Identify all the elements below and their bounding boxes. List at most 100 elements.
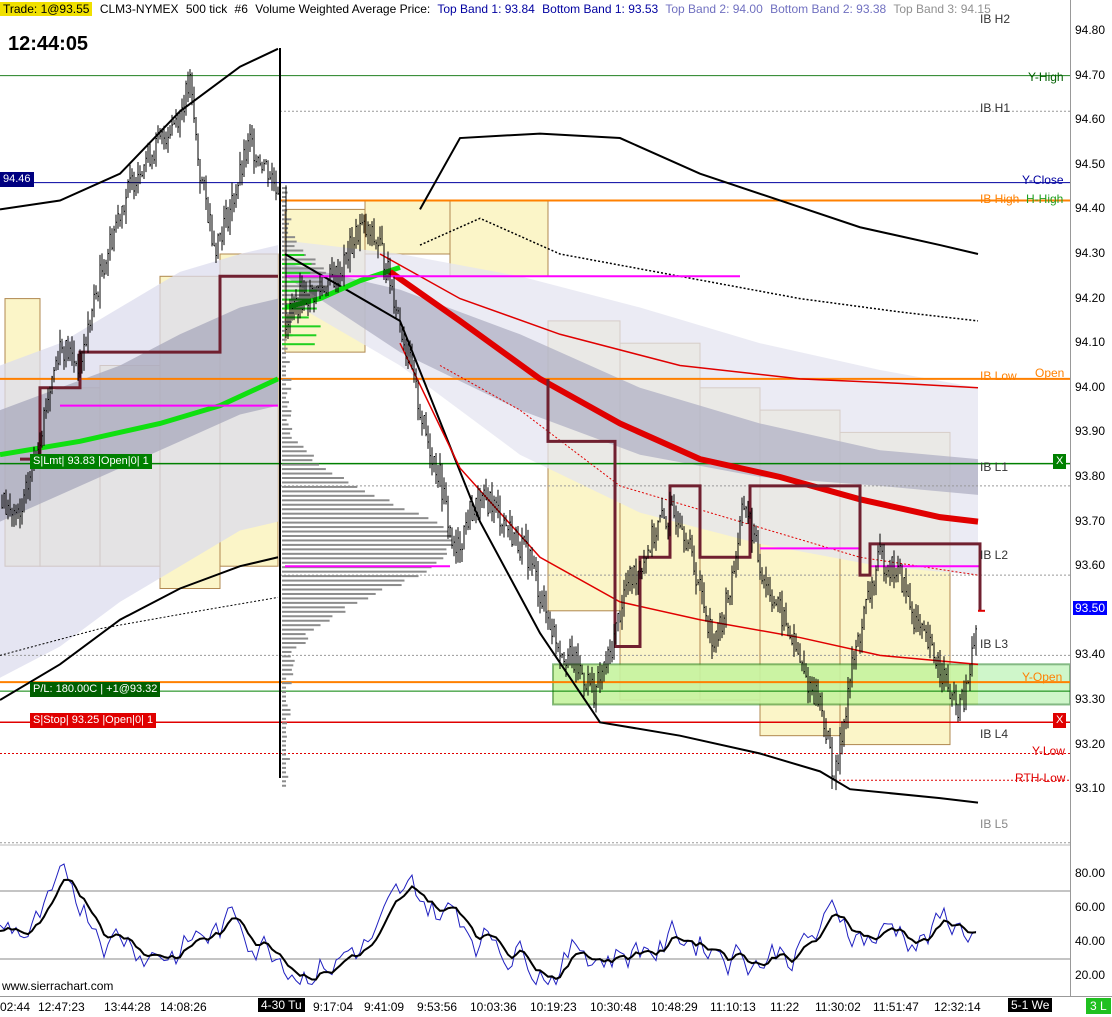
chart-number: #6 — [234, 2, 248, 16]
price-tick-label: 93.10 — [1075, 781, 1106, 796]
volume-profile-bar — [282, 396, 286, 399]
oscillator-slow-line — [0, 878, 977, 981]
volume-profile-bar — [282, 570, 427, 573]
time-tick-label: 12:47:23 — [38, 1000, 85, 1014]
volume-profile-bar — [282, 534, 452, 537]
volume-profile-bar — [282, 575, 419, 578]
price-tick-label: 94.80 — [1075, 23, 1106, 37]
volume-profile-bar — [282, 655, 291, 658]
symbol-label: CLM3-NYMEX — [99, 2, 179, 16]
value-area-box — [449, 199, 549, 277]
label-ib-h1: IB H1 — [980, 101, 1011, 115]
volume-profile-bar — [282, 771, 286, 774]
volume-profile-bar — [282, 677, 287, 680]
top-band-2: Top Band 2: 94.00 — [665, 2, 763, 16]
price-tick-label: 94.20 — [1075, 290, 1106, 305]
volume-profile-bar — [282, 646, 297, 649]
price-tick-label: 93.70 — [1075, 513, 1106, 528]
volume-profile-bar — [282, 695, 286, 698]
volume-profile-bar — [282, 552, 447, 555]
time-tick-label: 13:44:28 — [104, 1000, 151, 1014]
volume-profile-bar — [282, 320, 293, 323]
volume-profile-bar — [282, 561, 437, 564]
volume-profile-bar — [282, 610, 346, 613]
volume-profile-bar — [282, 740, 286, 743]
volume-profile-bar — [282, 200, 286, 203]
volume-profile-bar — [282, 633, 306, 636]
volume-profile-bar — [282, 454, 314, 457]
volume-profile-bar — [282, 227, 289, 230]
label-rth-low: RTH-Low — [1015, 771, 1066, 785]
price-chart[interactable] — [0, 0, 1070, 996]
volume-profile-bar — [282, 543, 453, 546]
volume-profile-bar — [282, 766, 286, 769]
label-ib-l5: IB L5 — [980, 817, 1009, 831]
watermark: www.sierrachart.com — [2, 979, 114, 993]
volume-profile-bar — [282, 530, 449, 533]
volume-profile-bar — [282, 249, 304, 252]
price-tick-label: 93.80 — [1075, 469, 1106, 483]
volume-profile-bar — [282, 650, 292, 653]
volume-profile-bar — [282, 191, 288, 194]
volume-profile-bar — [282, 615, 333, 618]
oscillator-tick-label: 80.00 — [1075, 866, 1106, 880]
time-axis[interactable]: 02:44 12:47:23 13:44:28 14:08:26 4-30 Tu 9:17… — [0, 996, 1112, 1017]
volume-profile-bar — [282, 436, 292, 439]
price-tick-label: 93.20 — [1075, 736, 1106, 751]
volume-profile-bar — [282, 499, 390, 502]
stop-order-label[interactable]: S|Stop| 93.25 |Open|0| 1 — [30, 713, 157, 728]
clock: 12:44:05 — [8, 33, 89, 55]
volume-profile-bar — [282, 401, 290, 404]
study-name: Volume Weighted Average Price: — [255, 2, 431, 16]
time-tick-label: 10:19:23 — [530, 1000, 577, 1014]
volume-profile-bar — [282, 521, 438, 524]
label-y-open: Y-Open — [1022, 670, 1063, 684]
volume-profile-bar — [282, 463, 320, 466]
volume-profile-green — [282, 343, 315, 346]
volume-profile-bar — [282, 762, 286, 765]
volume-profile-bar — [282, 338, 287, 341]
volume-profile-bar — [282, 726, 286, 729]
volume-profile-bar — [282, 624, 321, 627]
volume-profile-bar — [282, 414, 291, 417]
volume-profile-bar — [282, 757, 290, 760]
stop-close-button[interactable]: X — [1053, 713, 1067, 728]
volume-profile-bar — [282, 673, 294, 676]
volume-profile-bar — [282, 682, 292, 685]
limit-order-label[interactable]: S|Lmt| 93.83 |Open|0| 1 — [30, 454, 152, 469]
volume-profile-bar — [282, 490, 365, 493]
time-tick-label: 10:48:29 — [651, 1000, 698, 1014]
volume-profile-bar — [282, 548, 447, 551]
volume-profile-green — [282, 334, 317, 337]
chart-window[interactable]: Trade: 1@93.55 CLM3-NYMEX 500 tick #6 Vo… — [0, 0, 1112, 1017]
volume-profile-bar — [282, 405, 288, 408]
price-tick-label: 94.70 — [1075, 67, 1106, 82]
volume-profile-bar — [282, 749, 286, 752]
volume-profile-green — [282, 280, 303, 283]
volume-profile-bar — [282, 361, 290, 364]
time-tick-label: 10:03:36 — [470, 1000, 517, 1014]
label-y-low: Y-Low — [1032, 744, 1065, 758]
trade-readout: Trade: 1@93.55 — [0, 2, 93, 16]
oscillator-tick-label: 40.00 — [1075, 934, 1106, 948]
volume-profile-bar — [282, 459, 313, 462]
volume-profile-bar — [282, 365, 286, 368]
label-open: Open — [1035, 366, 1065, 380]
limit-close-button[interactable]: X — [1053, 454, 1067, 469]
oscillator-fast-line — [0, 863, 977, 986]
time-tick-label: 9:41:09 — [364, 1000, 405, 1014]
volume-profile-bar — [282, 664, 294, 667]
volume-profile-bar — [282, 557, 444, 560]
current-price-marker: 93.50 — [1073, 601, 1108, 615]
volume-profile-bar — [282, 731, 286, 734]
volume-profile-bar — [282, 267, 324, 270]
volume-profile-bar — [282, 606, 345, 609]
volume-profile-bar — [282, 445, 304, 448]
volume-profile-bar — [282, 383, 286, 386]
volume-profile-bar — [282, 285, 328, 288]
top-band-1: Top Band 1: 93.84 — [437, 2, 535, 16]
price-axis[interactable]: 94.80 94.70 94.60 94.50 94.40 94.30 94.20 94.10… — [1070, 0, 1112, 996]
volume-profile-bar — [282, 686, 286, 689]
price-tick-label: 93.30 — [1075, 692, 1106, 706]
volume-profile-bar — [282, 642, 306, 645]
